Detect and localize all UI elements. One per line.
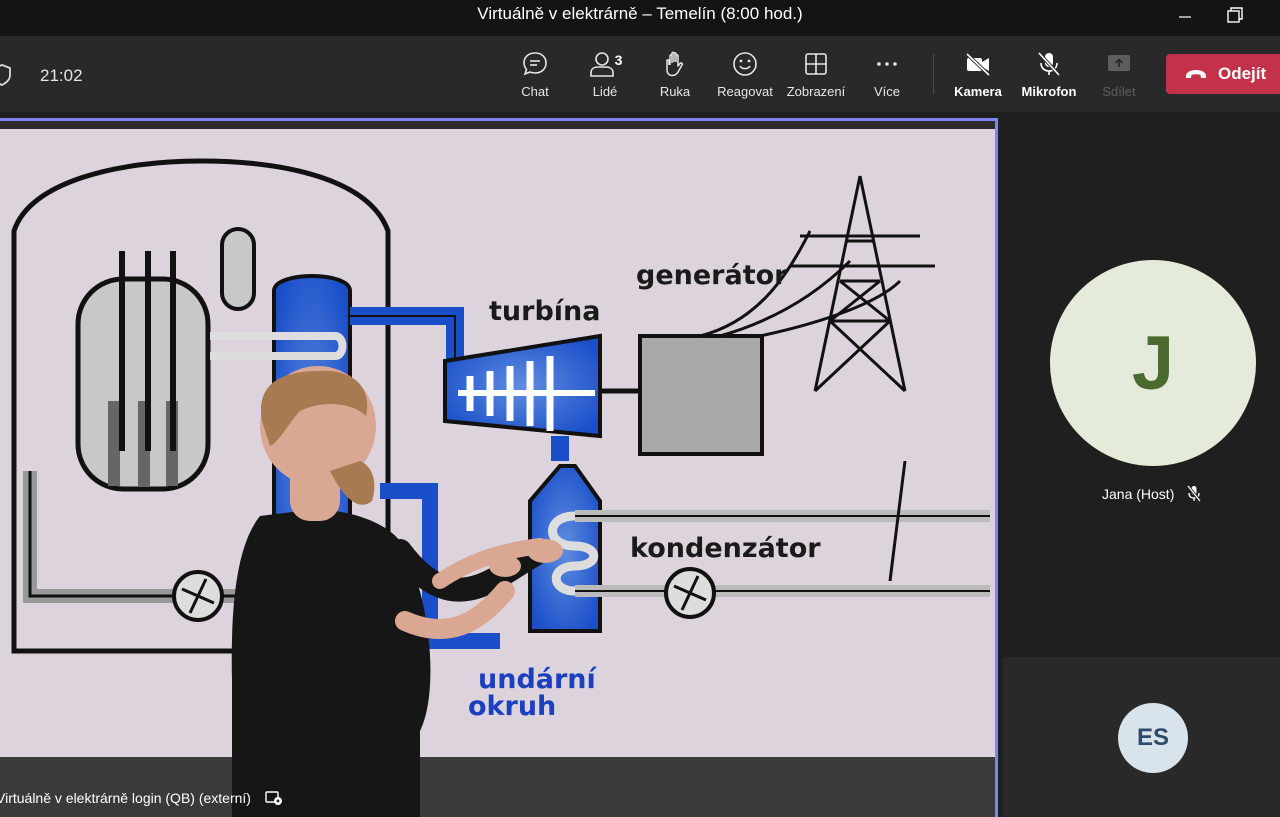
mic-label: Mikrofon xyxy=(1021,84,1077,99)
mic-off-icon xyxy=(1037,51,1061,77)
hand-icon xyxy=(666,51,683,77)
people-button[interactable]: 3 Lidé xyxy=(573,50,637,106)
react-label: Reagovat xyxy=(717,84,773,99)
stage-participant-caption: Virtuálně v elektrárně login (QB) (exter… xyxy=(0,790,283,806)
chat-label: Chat xyxy=(521,84,549,99)
react-button[interactable]: Reagovat xyxy=(713,50,777,106)
label-secondary-2: okruh xyxy=(468,691,556,722)
stage-participant-name: Virtuálně v elektrárně login (QB) (exter… xyxy=(0,790,251,806)
mic-muted-icon xyxy=(1187,485,1202,502)
avatar: ES xyxy=(1118,703,1188,773)
participant-tile[interactable]: ES xyxy=(1003,657,1280,817)
minimize-button[interactable] xyxy=(1162,0,1208,30)
smiley-icon xyxy=(733,52,757,76)
shield-icon[interactable] xyxy=(0,64,12,86)
toolbar-divider xyxy=(933,54,934,94)
window-title: Virtuálně v elektrárně – Temelín (8:00 h… xyxy=(477,4,803,23)
more-icon xyxy=(877,62,897,66)
restore-button[interactable] xyxy=(1212,0,1258,30)
leave-button[interactable]: Odejít xyxy=(1166,54,1280,94)
restore-icon xyxy=(1227,7,1243,23)
hang-up-icon xyxy=(1186,70,1206,78)
meeting-toolbar: 21:02 Chat 3 Lidé Ruka Reagovat Zobrazen… xyxy=(0,36,1280,112)
share-button[interactable]: Sdílet xyxy=(1087,50,1151,106)
raise-hand-label: Ruka xyxy=(659,84,691,99)
participants-panel: J Jana (Host) ES xyxy=(1003,112,1280,817)
label-generator: generátor xyxy=(636,260,788,291)
camera-off-icon xyxy=(965,52,991,77)
window-titlebar: Virtuálně v elektrárně – Temelín (8:00 h… xyxy=(0,0,1280,36)
pin-screen-icon[interactable] xyxy=(265,790,283,806)
power-plant-diagram: generátor turbína kondenzátor undární ok… xyxy=(0,121,995,817)
more-button[interactable]: Více xyxy=(855,50,919,106)
grid-view-icon xyxy=(805,53,827,75)
label-condenser: kondenzátor xyxy=(630,533,821,564)
people-label: Lidé xyxy=(592,84,618,99)
avatar: J xyxy=(1050,260,1256,466)
chat-button[interactable]: Chat xyxy=(503,50,567,106)
participant-name-row: Jana (Host) xyxy=(1102,485,1202,503)
more-label: Více xyxy=(873,84,900,99)
participant-tile[interactable]: J Jana (Host) xyxy=(1003,112,1280,652)
leave-label: Odejít xyxy=(1218,64,1267,83)
share-screen-icon xyxy=(1108,55,1130,71)
raise-hand-button[interactable]: Ruka xyxy=(643,50,707,106)
people-icon xyxy=(589,52,614,77)
minimize-icon xyxy=(1179,16,1191,18)
share-label: Sdílet xyxy=(1102,84,1136,99)
camera-label: Kamera xyxy=(954,84,1002,99)
mic-button[interactable]: Mikrofon xyxy=(1017,50,1081,106)
meeting-timer: 21:02 xyxy=(40,66,83,85)
people-count: 3 xyxy=(614,52,623,68)
participant-name: Jana (Host) xyxy=(1102,486,1175,502)
view-label: Zobrazení xyxy=(786,84,846,99)
camera-button[interactable]: Kamera xyxy=(946,50,1010,106)
chat-icon xyxy=(523,52,547,76)
label-turbine: turbína xyxy=(489,296,600,327)
main-video-stage[interactable]: generátor turbína kondenzátor undární ok… xyxy=(0,118,998,817)
view-button[interactable]: Zobrazení xyxy=(784,50,848,106)
presenter-video: generátor turbína kondenzátor undární ok… xyxy=(0,121,995,817)
